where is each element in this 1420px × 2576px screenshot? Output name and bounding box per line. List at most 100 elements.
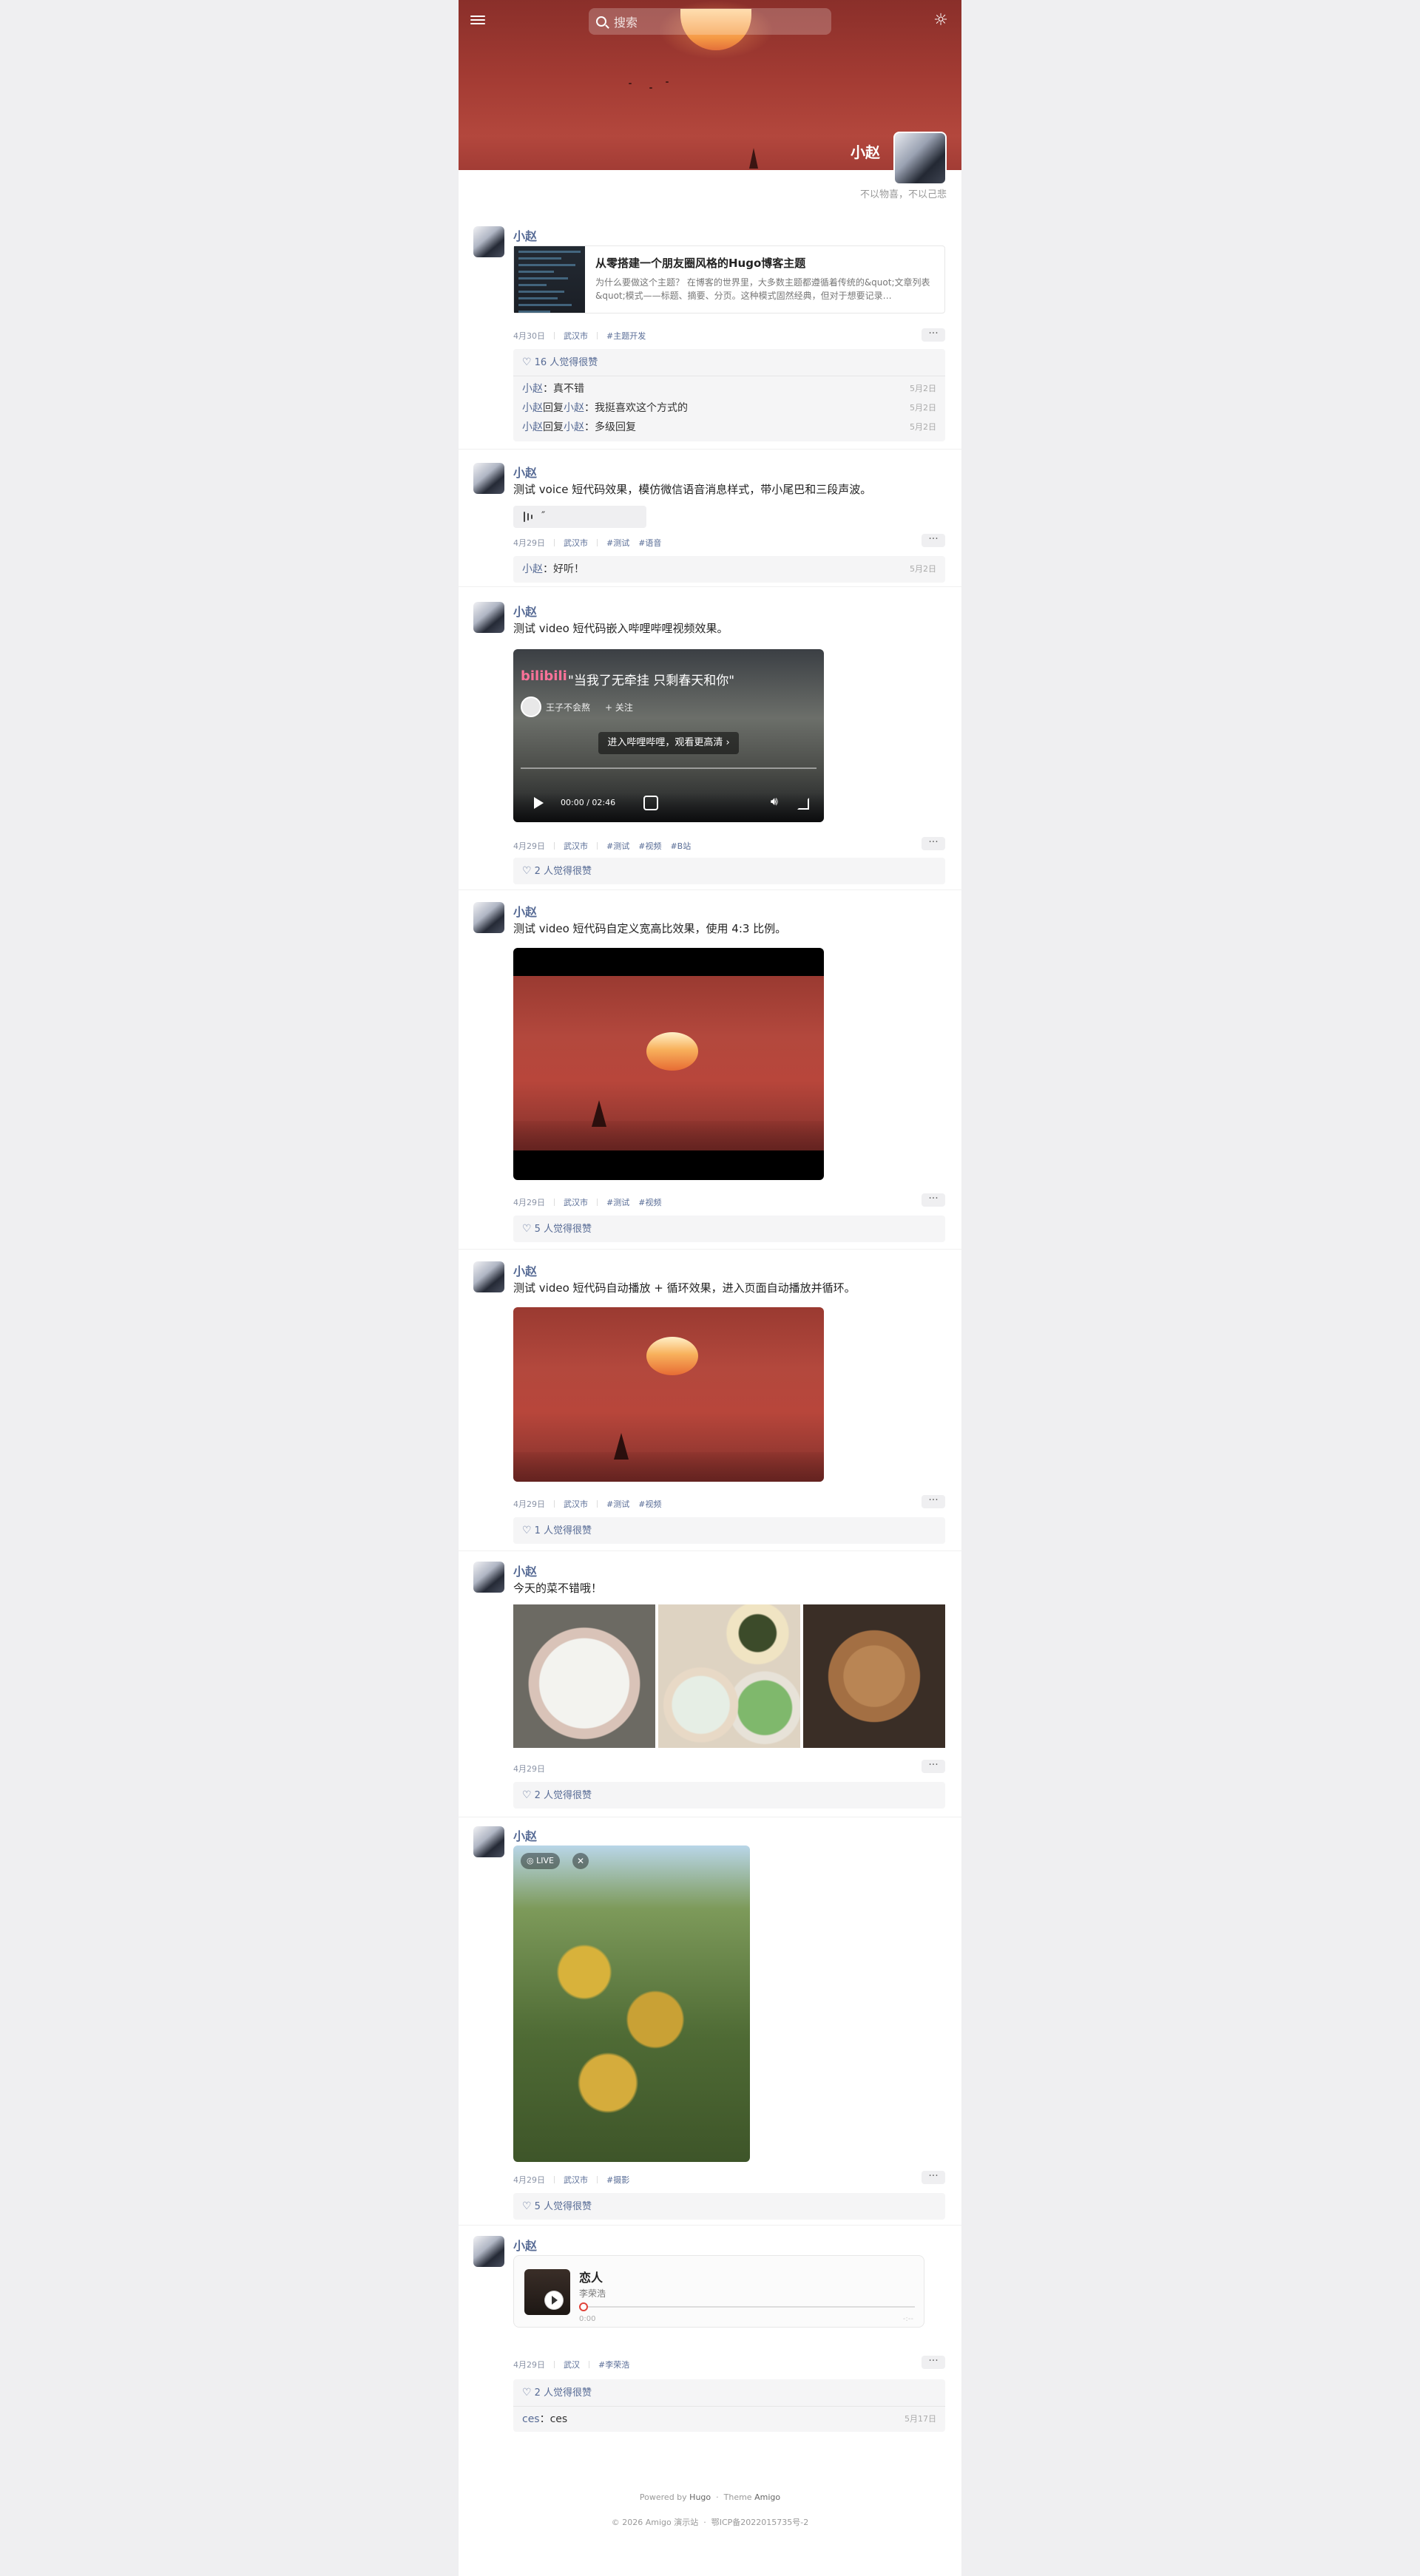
mute-icon[interactable]: ✕ [572, 1853, 589, 1869]
comment[interactable]: 小赵回复小赵：多级回复 5月2日 [513, 418, 945, 437]
post-tag[interactable]: #李荣浩 [598, 2359, 629, 2370]
comment[interactable]: 小赵：真不错 5月2日 [513, 379, 945, 399]
interactions-box: ♡ 1 人觉得很赞 [513, 1517, 945, 1544]
profile-motto: 不以物喜，不以己悲 [859, 189, 947, 200]
search-input[interactable]: 搜索 [589, 8, 831, 35]
article-card[interactable]: 从零搭建一个朋友圈风格的Hugo博客主题 为什么要做这个主题？ 在博客的世界里，… [513, 245, 945, 313]
post-location[interactable]: 武汉市 [564, 537, 588, 549]
avatar[interactable] [473, 463, 504, 494]
video-title[interactable]: "当我了无牵挂 只剩春天和你" [568, 670, 734, 688]
more-button[interactable]: ··· [922, 1495, 945, 1508]
post-location[interactable]: 武汉市 [564, 1498, 588, 1510]
current-time: 0:00 [579, 2315, 596, 2323]
more-button[interactable]: ··· [922, 1760, 945, 1773]
video-player[interactable] [513, 948, 824, 1180]
play-icon[interactable] [534, 797, 544, 809]
post-date: 4月30日 [513, 331, 545, 341]
author-name[interactable]: 小赵 [513, 902, 537, 920]
post-tag[interactable]: #测试 [606, 1196, 629, 1208]
post-date: 4月29日 [513, 2360, 545, 2370]
song-title: 恋人 [579, 2271, 604, 2285]
post-meta: 4月29日 武汉市 #测试 #视频 [513, 1196, 661, 1208]
cover-image: 搜索 ☼ 小赵 [459, 0, 961, 170]
amigo-link[interactable]: Amigo [754, 2492, 780, 2502]
likes-row[interactable]: ♡ 2 人觉得很赞 [513, 858, 945, 884]
author-name[interactable]: 小赵 [513, 226, 537, 244]
open-bilibili-button[interactable]: 进入哔哩哔哩，观看更高清 › [598, 732, 739, 754]
music-player[interactable]: 恋人 李荣浩 0:00 -:-- [513, 2255, 924, 2328]
theme-toggle-icon[interactable]: ☼ [932, 12, 950, 30]
post-date: 4月29日 [513, 841, 545, 851]
voice-message[interactable]: ″ [513, 506, 646, 528]
likes-row[interactable]: ♡ 1 人觉得很赞 [513, 1517, 945, 1544]
progress-handle[interactable] [579, 2302, 588, 2311]
avatar[interactable] [473, 1261, 504, 1292]
volume-icon[interactable]: 🔊︎ [771, 794, 778, 809]
icp-link[interactable]: 鄂ICP备2022015735号-2 [711, 2518, 809, 2527]
comment[interactable]: 小赵：好听！ 5月2日 [513, 556, 945, 583]
post-tag[interactable]: #测试 [606, 537, 629, 549]
uploader-avatar[interactable] [521, 696, 541, 717]
play-icon[interactable] [545, 2291, 563, 2309]
post-tag[interactable]: #摄影 [606, 2174, 629, 2186]
avatar[interactable] [473, 602, 504, 633]
post-tag[interactable]: #语音 [638, 537, 661, 549]
author-name[interactable]: 小赵 [513, 1826, 537, 1844]
post-tag[interactable]: #视频 [638, 840, 661, 852]
post-location[interactable]: 武汉市 [564, 330, 588, 342]
follow-button[interactable]: + 关注 [605, 701, 633, 714]
avatar[interactable] [473, 2236, 504, 2267]
hugo-link[interactable]: Hugo [689, 2492, 711, 2502]
post-location[interactable]: 武汉市 [564, 1196, 588, 1208]
uploader-name[interactable]: 王子不会熬 [546, 701, 590, 714]
avatar[interactable] [473, 226, 504, 257]
post-tag[interactable]: #测试 [606, 1498, 629, 1510]
likes-row[interactable]: ♡ 5 人觉得很赞 [513, 2193, 945, 2220]
post-tag[interactable]: #视频 [638, 1498, 661, 1510]
likes-row[interactable]: ♡ 2 人觉得很赞 [513, 2379, 945, 2406]
author-name[interactable]: 小赵 [513, 1562, 537, 1579]
post-location[interactable]: 武汉市 [564, 2174, 588, 2186]
more-button[interactable]: ··· [922, 328, 945, 342]
photo[interactable] [803, 1604, 945, 1748]
post-location[interactable]: 武汉市 [564, 840, 588, 852]
fullscreen-icon[interactable] [797, 798, 809, 810]
comment[interactable]: ces：ces 5月17日 [513, 2407, 945, 2432]
danmaku-icon[interactable] [643, 796, 658, 810]
photo[interactable] [658, 1604, 800, 1748]
avatar[interactable] [473, 1562, 504, 1593]
author-name[interactable]: 小赵 [513, 2236, 537, 2254]
progress-bar[interactable] [579, 2306, 915, 2308]
progress-bar[interactable] [521, 767, 816, 769]
menu-icon[interactable] [470, 13, 485, 27]
boat [592, 1100, 606, 1127]
comment[interactable]: 小赵回复小赵：我挺喜欢这个方式的 5月2日 [513, 399, 945, 418]
post-tag[interactable]: #视频 [638, 1196, 661, 1208]
bilibili-player[interactable]: bilibili "当我了无牵挂 只剩春天和你" 王子不会熬 + 关注 进入哔哩… [513, 649, 824, 822]
video-player[interactable] [513, 1307, 824, 1482]
likes-row[interactable]: ♡ 2 人觉得很赞 [513, 1782, 945, 1809]
more-button[interactable]: ··· [922, 1193, 945, 1207]
live-photo[interactable]: ◎ LIVE ✕ [513, 1845, 750, 2162]
post-tag[interactable]: #测试 [606, 840, 629, 852]
avatar[interactable] [473, 1826, 504, 1857]
live-badge[interactable]: ◎ LIVE [521, 1853, 560, 1869]
post-tag[interactable]: #主题开发 [606, 330, 646, 342]
author-name[interactable]: 小赵 [513, 1261, 537, 1279]
post-date: 4月29日 [513, 1499, 545, 1509]
post-tag[interactable]: #B站 [670, 840, 691, 852]
likes-row[interactable]: ♡ 5 人觉得很赞 [513, 1216, 945, 1242]
avatar[interactable] [473, 902, 504, 933]
more-button[interactable]: ··· [922, 534, 945, 547]
more-button[interactable]: ··· [922, 2171, 945, 2184]
author-name[interactable]: 小赵 [513, 463, 537, 481]
photo[interactable] [513, 1604, 655, 1748]
search-icon [596, 16, 606, 27]
more-button[interactable]: ··· [922, 2356, 945, 2369]
author-name[interactable]: 小赵 [513, 602, 537, 620]
post-location[interactable]: 武汉 [564, 2359, 580, 2370]
voice-wave-icon [524, 512, 532, 522]
likes-row[interactable]: ♡ 16 人觉得很赞 [513, 349, 945, 376]
profile-avatar[interactable] [893, 132, 947, 185]
more-button[interactable]: ··· [922, 837, 945, 850]
